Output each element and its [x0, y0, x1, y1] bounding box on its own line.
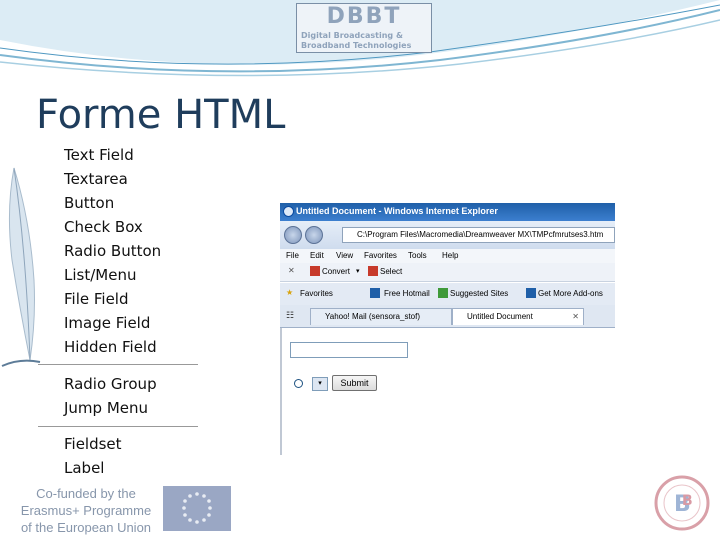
forward-button[interactable] [305, 226, 323, 244]
svg-text:B: B [682, 493, 693, 509]
suggested-sites-icon [438, 288, 448, 298]
browser-titlebar: Untitled Document - Windows Internet Exp… [280, 203, 615, 221]
eu-flag-icon [163, 486, 231, 531]
menu-item-list-menu[interactable]: List/Menu [64, 266, 136, 284]
logo-subtitle-line1: Digital Broadcasting & [301, 31, 403, 40]
favorites-bar: ★ Favorites Free Hotmail Suggested Sites… [280, 283, 615, 305]
form-text-field[interactable] [290, 342, 408, 358]
menu-item-check-box[interactable]: Check Box [64, 218, 143, 236]
form-select-dropdown[interactable]: ▾ [312, 377, 328, 391]
menu-item-textarea[interactable]: Textarea [64, 170, 128, 188]
erasmus-line3: of the European Union [20, 520, 152, 535]
menu-tools[interactable]: Tools [408, 251, 427, 260]
close-icon[interactable]: ✕ [288, 266, 295, 275]
menu-item-radio-group[interactable]: Radio Group [64, 375, 157, 393]
browser-menubar: File Edit View Favorites Tools Help [280, 249, 615, 263]
address-input[interactable]: C:\Program Files\Macromedia\Dreamweaver … [342, 227, 615, 243]
menu-separator [38, 426, 198, 427]
tab-bar: ☷ Yahoo! Mail (sensora_stof) Untitled Do… [280, 305, 615, 328]
menu-item-file-field[interactable]: File Field [64, 290, 129, 308]
erasmus-cofunded-text: Co-funded by the Erasmus+ Programme of t… [12, 485, 160, 536]
quick-tabs-icon[interactable]: ☷ [286, 310, 294, 321]
tab-label: Yahoo! Mail (sensora_stof) [325, 312, 421, 321]
favorites-button[interactable]: Favorites [300, 289, 333, 298]
pdf-icon [310, 266, 320, 276]
tab-untitled-document[interactable]: Untitled Document ✕ [452, 308, 584, 325]
logo-title: DBBT [326, 4, 402, 29]
menu-separator [38, 364, 198, 365]
menu-help[interactable]: Help [442, 251, 458, 260]
suggested-sites-link[interactable]: Suggested Sites [450, 289, 508, 298]
menu-favorites[interactable]: Favorites [364, 251, 397, 260]
free-hotmail-link[interactable]: Free Hotmail [384, 289, 430, 298]
menu-item-radio-button[interactable]: Radio Button [64, 242, 161, 260]
menu-view[interactable]: View [336, 251, 353, 260]
browser-window: Untitled Document - Windows Internet Exp… [280, 203, 615, 455]
menu-item-text-field[interactable]: Text Field [64, 146, 134, 164]
dbbt-logo: DBBT Digital Broadcasting & Broadband Te… [296, 3, 432, 53]
page-content: ▾ Submit [280, 328, 615, 455]
menu-item-button[interactable]: Button [64, 194, 114, 212]
browser-window-title: Untitled Document - Windows Internet Exp… [296, 206, 498, 216]
ie-icon [283, 206, 294, 217]
tab-label: Untitled Document [467, 312, 533, 321]
menu-file[interactable]: File [286, 251, 299, 260]
menu-item-image-field[interactable]: Image Field [64, 314, 150, 332]
get-more-addons-link[interactable]: Get More Add-ons [538, 289, 603, 298]
command-bar: ✕ Convert ▾ Select [280, 263, 615, 282]
submit-button[interactable]: Submit [332, 375, 377, 391]
convert-button[interactable]: Convert [322, 267, 350, 276]
feather-decoration [1, 167, 41, 367]
menu-item-hidden-field[interactable]: Hidden Field [64, 338, 157, 356]
menu-item-label[interactable]: Label [64, 459, 104, 477]
menu-edit[interactable]: Edit [310, 251, 324, 260]
dbbt-seal-logo: B B [654, 475, 710, 531]
erasmus-line2: Erasmus+ Programme [20, 503, 152, 518]
erasmus-line1: Co-funded by the [36, 486, 136, 501]
select-button[interactable]: Select [380, 267, 402, 276]
menu-item-jump-menu[interactable]: Jump Menu [64, 399, 148, 417]
tab-yahoo-mail[interactable]: Yahoo! Mail (sensora_stof) [310, 308, 452, 325]
menu-item-fieldset[interactable]: Fieldset [64, 435, 122, 453]
slide-title: Forme HTML [36, 92, 286, 138]
address-toolbar: C:\Program Files\Macromedia\Dreamweaver … [280, 221, 615, 249]
logo-subtitle-line2: Broadband Technologies [301, 41, 412, 50]
addons-icon [526, 288, 536, 298]
form-radio-button[interactable] [294, 379, 303, 388]
hotmail-icon [370, 288, 380, 298]
chevron-down-icon[interactable]: ▾ [356, 267, 360, 275]
favorites-star-icon: ★ [286, 288, 294, 297]
select-icon [368, 266, 378, 276]
tab-close-icon[interactable]: ✕ [572, 309, 579, 324]
back-button[interactable] [284, 226, 302, 244]
